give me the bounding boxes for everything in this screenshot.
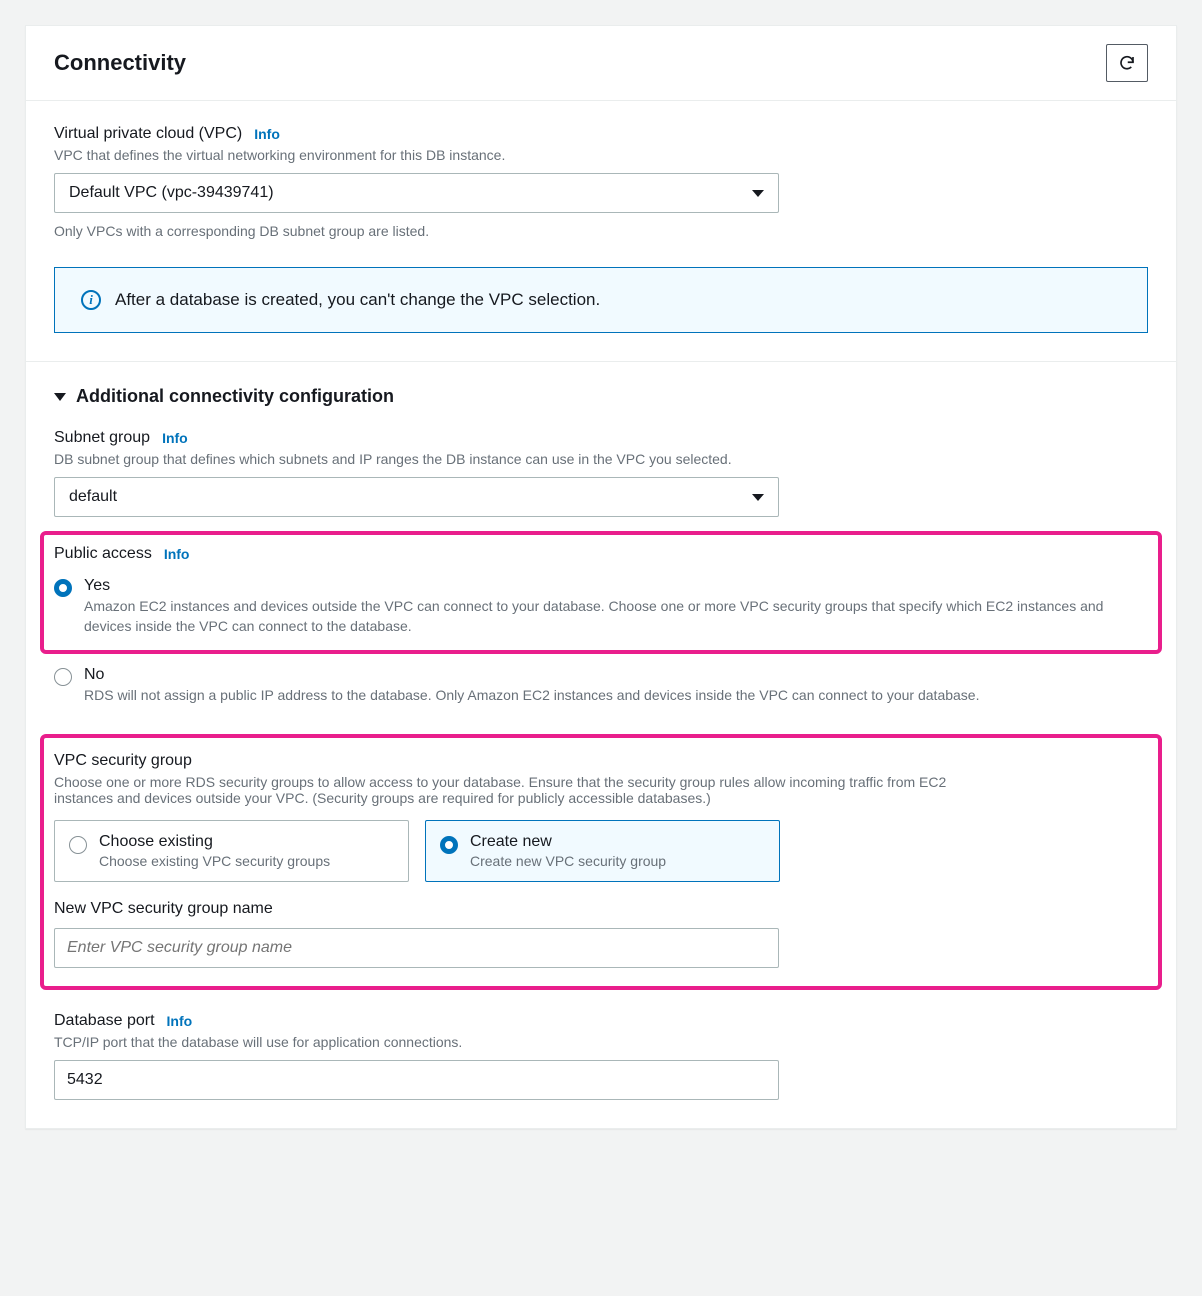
subnet-group-select[interactable]: default: [54, 477, 779, 517]
sg-existing-desc: Choose existing VPC security groups: [99, 853, 330, 869]
connectivity-panel: Connectivity Virtual private cloud (VPC)…: [25, 25, 1177, 1129]
sg-create-new-tile[interactable]: Create new Create new VPC security group: [425, 820, 780, 882]
subnet-group-description: DB subnet group that defines which subne…: [54, 451, 1148, 467]
additional-config-title: Additional connectivity configuration: [76, 386, 394, 407]
database-port-input[interactable]: [54, 1060, 779, 1100]
subnet-group-label: Subnet group: [54, 429, 150, 447]
vpc-info-link[interactable]: Info: [254, 126, 280, 142]
public-access-no-option[interactable]: No RDS will not assign a public IP addre…: [54, 662, 1148, 710]
public-access-no-label: No: [84, 666, 1148, 684]
public-access-yes-desc: Amazon EC2 instances and devices outside…: [84, 597, 1148, 636]
vpc-select[interactable]: Default VPC (vpc-39439741): [54, 173, 779, 213]
vpc-select-value: Default VPC (vpc-39439741): [69, 184, 274, 202]
caret-down-icon: [752, 494, 764, 501]
caret-down-icon: [752, 190, 764, 197]
radio-unselected-icon: [69, 836, 87, 854]
radio-selected-icon: [440, 836, 458, 854]
vpc-label: Virtual private cloud (VPC): [54, 125, 242, 143]
security-group-label: VPC security group: [54, 752, 1148, 770]
sg-create-title: Create new: [470, 833, 666, 851]
panel-header: Connectivity: [26, 26, 1176, 101]
new-sg-name-label: New VPC security group name: [54, 900, 1148, 918]
refresh-button[interactable]: [1106, 44, 1148, 82]
vpc-info-alert: i After a database is created, you can't…: [54, 267, 1148, 333]
database-port-label: Database port: [54, 1012, 155, 1030]
public-access-info-link[interactable]: Info: [164, 546, 190, 562]
database-port-description: TCP/IP port that the database will use f…: [54, 1034, 1148, 1050]
radio-selected-icon: [54, 579, 72, 597]
vpc-alert-text: After a database is created, you can't c…: [115, 290, 600, 310]
caret-down-icon: [54, 393, 66, 401]
info-icon: i: [81, 290, 101, 310]
vpc-description: VPC that defines the virtual networking …: [54, 147, 1148, 163]
database-port-info-link[interactable]: Info: [167, 1013, 193, 1029]
database-port-field: Database port Info TCP/IP port that the …: [54, 1012, 1148, 1100]
additional-config-toggle[interactable]: Additional connectivity configuration: [54, 386, 1148, 407]
section-divider: [26, 361, 1176, 362]
public-access-yes-option[interactable]: Yes Amazon EC2 instances and devices out…: [54, 573, 1148, 640]
sg-choose-existing-tile[interactable]: Choose existing Choose existing VPC secu…: [54, 820, 409, 882]
security-group-description: Choose one or more RDS security groups t…: [54, 774, 984, 806]
new-sg-name-input[interactable]: [54, 928, 779, 968]
public-access-highlight: Public access Info Yes Amazon EC2 instan…: [40, 531, 1162, 654]
vpc-field: Virtual private cloud (VPC) Info VPC tha…: [54, 125, 1148, 239]
panel-title: Connectivity: [54, 50, 186, 76]
sg-existing-title: Choose existing: [99, 833, 330, 851]
security-group-highlight: VPC security group Choose one or more RD…: [40, 734, 1162, 990]
radio-unselected-icon: [54, 668, 72, 686]
subnet-group-field: Subnet group Info DB subnet group that d…: [54, 429, 1148, 517]
refresh-icon: [1118, 54, 1136, 72]
public-access-no-desc: RDS will not assign a public IP address …: [84, 686, 1148, 706]
vpc-hint: Only VPCs with a corresponding DB subnet…: [54, 223, 1148, 239]
sg-create-desc: Create new VPC security group: [470, 853, 666, 869]
subnet-select-value: default: [69, 488, 117, 506]
public-access-label: Public access: [54, 545, 152, 563]
public-access-yes-label: Yes: [84, 577, 1148, 595]
subnet-info-link[interactable]: Info: [162, 430, 188, 446]
